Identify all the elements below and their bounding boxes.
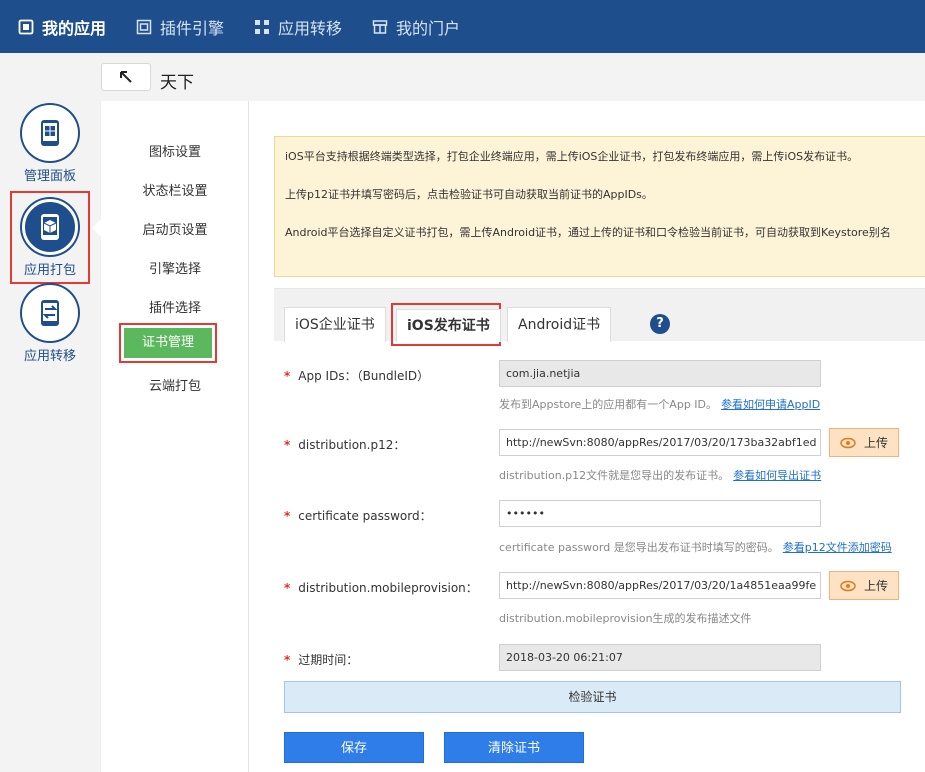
p12-password-link[interactable]: 参看p12文件添加密码 <box>783 541 892 554</box>
appids-label: App IDs：（BundleID） <box>298 369 430 383</box>
rail-label: 管理面板 <box>23 169 76 184</box>
cert-tabs: iOS企业证书 iOS发布证书 Android证书 ? <box>274 288 925 346</box>
upload-label: 上传 <box>863 579 888 593</box>
verify-cert-button[interactable]: 检验证书 <box>284 681 901 713</box>
rail-item-dashboard[interactable]: 管理面板 <box>0 105 100 184</box>
p12-upload-button[interactable]: 上传 <box>829 428 899 457</box>
rail-item-package[interactable]: 应用打包 <box>10 191 90 284</box>
required-mark: * <box>284 369 291 383</box>
sub-item-launch-settings[interactable]: 启动页设置 <box>101 219 249 238</box>
required-mark: * <box>284 438 291 452</box>
clear-cert-button[interactable]: 清除证书 <box>444 732 584 763</box>
sub-item-engine-select[interactable]: 引擎选择 <box>101 258 249 277</box>
hint-text: 发布到Appstore上的应用都有一个App ID。 <box>499 398 718 411</box>
save-button[interactable]: 保存 <box>284 732 424 763</box>
phone-package-icon <box>22 199 78 255</box>
apply-appid-link[interactable]: 参看如何申请AppID <box>721 398 820 411</box>
required-mark: * <box>284 653 291 667</box>
tab-ios-enterprise[interactable]: iOS企业证书 <box>284 307 386 342</box>
mobileprovision-input[interactable]: http://newSvn:8080/appRes/2017/03/20/1a4… <box>499 572 821 599</box>
notice-line: Android平台选择自定义证书打包，需上传Android证书，通过上传的证书和… <box>285 226 891 239</box>
transfer-icon <box>254 19 270 35</box>
sub-item-cert-manage[interactable]: 证书管理 <box>119 323 217 363</box>
hint-text: certificate password 是您导出发布证书时填写的密码。 <box>499 541 779 554</box>
p12-label-row: * distribution.p12： <box>284 436 405 453</box>
expiry-label: 过期时间： <box>298 653 359 667</box>
sub-item-cloud-package[interactable]: 云端打包 <box>101 375 249 394</box>
nav-app-transfer[interactable]: 应用转移 <box>254 15 342 39</box>
appids-label-row: * App IDs：（BundleID） <box>284 367 429 384</box>
appids-field: com.jia.netjia <box>499 360 821 387</box>
notice-box: iOS平台支持根据终端类型选择，打包企业终端应用，需上传iOS企业证书，打包发布… <box>274 136 925 277</box>
tab-ios-distribution[interactable]: iOS发布证书 <box>396 309 501 342</box>
mobileprovision-label-row: * distribution.mobileprovision： <box>284 579 478 596</box>
nav-my-apps[interactable]: 我的应用 <box>18 15 106 39</box>
notice-line: 上传p12证书并填写密码后，点击检验证书可自动获取当前证书的AppIDs。 <box>285 188 653 201</box>
left-rail: 管理面板 应用打包 应用转移 <box>0 101 100 772</box>
portal-icon <box>372 19 388 35</box>
nav-my-portal[interactable]: 我的门户 <box>372 15 460 39</box>
mobileprovision-label: distribution.mobileprovision： <box>298 581 478 595</box>
phone-dashboard-icon <box>22 105 78 161</box>
nav-plugin-engine[interactable]: 插件引擎 <box>136 15 224 39</box>
password-input[interactable]: •••••• <box>499 500 821 527</box>
app-box-icon <box>18 19 34 35</box>
password-label: certificate password： <box>298 509 432 523</box>
required-mark: * <box>284 509 291 523</box>
hint-text: distribution.mobileprovision生成的发布描述文件 <box>499 612 752 625</box>
nav-label: 我的门户 <box>396 18 461 38</box>
appids-hint: 发布到Appstore上的应用都有一个App ID。 参看如何申请AppID <box>499 396 820 412</box>
hint-text: distribution.p12文件就是您导出的发布证书。 <box>499 469 730 482</box>
required-mark: * <box>284 581 291 595</box>
export-cert-link[interactable]: 参看如何导出证书 <box>733 469 821 482</box>
tab-android[interactable]: Android证书 <box>507 307 612 342</box>
sub-item-plugin-select[interactable]: 插件选择 <box>101 297 249 316</box>
rail-item-transfer[interactable]: 应用转移 <box>0 285 100 364</box>
expiry-field: 2018-03-20 06:21:07 <box>499 644 821 671</box>
upload-label: 上传 <box>863 436 888 450</box>
eye-icon <box>840 437 856 448</box>
p12-input[interactable]: http://newSvn:8080/appRes/2017/03/20/173… <box>499 429 821 456</box>
nav-label: 应用转移 <box>278 18 343 38</box>
password-label-row: * certificate password： <box>284 507 432 524</box>
app-name: 天下 <box>160 73 194 93</box>
nav-label: 插件引擎 <box>160 18 225 38</box>
eye-icon <box>840 580 856 591</box>
sub-item-icon-settings[interactable]: 图标设置 <box>101 141 249 160</box>
rail-label: 应用打包 <box>23 263 76 278</box>
expiry-label-row: * 过期时间： <box>284 651 358 668</box>
notice-line: iOS平台支持根据终端类型选择，打包企业终端应用，需上传iOS企业证书，打包发布… <box>285 150 859 163</box>
back-button[interactable] <box>101 63 151 91</box>
mobileprovision-upload-button[interactable]: 上传 <box>829 571 899 600</box>
password-hint: certificate password 是您导出发布证书时填写的密码。 参看p1… <box>499 539 892 555</box>
back-arrow-icon <box>120 71 132 83</box>
sub-menu: 图标设置 状态栏设置 启动页设置 引擎选择 插件选择 证书管理 云端打包 <box>92 101 249 772</box>
app-header: 天下 <box>0 53 925 101</box>
p12-label: distribution.p12： <box>298 438 406 452</box>
nav-label: 我的应用 <box>42 18 107 38</box>
p12-hint: distribution.p12文件就是您导出的发布证书。 参看如何导出证书 <box>499 467 821 483</box>
main-content: iOS平台支持根据终端类型选择，打包企业终端应用，需上传iOS企业证书，打包发布… <box>249 101 925 772</box>
phone-transfer-icon <box>22 285 78 341</box>
help-icon[interactable]: ? <box>650 314 670 334</box>
plugin-icon <box>136 19 152 35</box>
rail-label: 应用转移 <box>23 349 76 364</box>
sub-item-label: 证书管理 <box>124 328 212 358</box>
top-nav: 我的应用 插件引擎 应用转移 我的门户 <box>0 0 925 53</box>
mobileprovision-hint: distribution.mobileprovision生成的发布描述文件 <box>499 610 752 626</box>
sub-item-statusbar-settings[interactable]: 状态栏设置 <box>101 180 249 199</box>
